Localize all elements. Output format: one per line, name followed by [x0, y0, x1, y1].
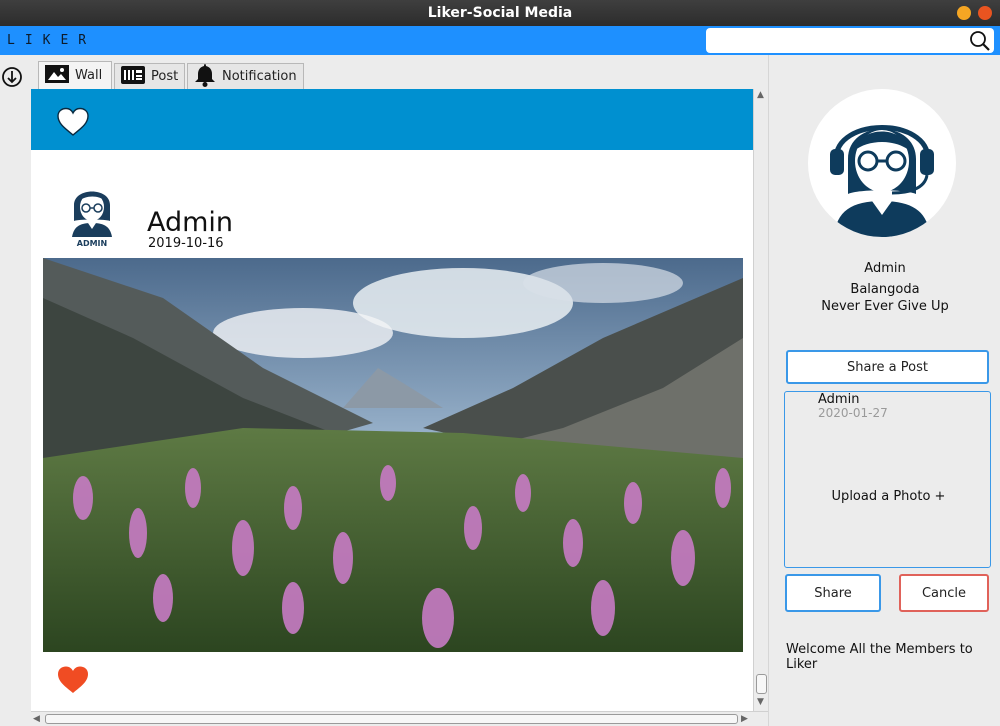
profile-motto: Never Ever Give Up [821, 299, 949, 314]
profile-avatar[interactable] [808, 89, 956, 237]
post-author[interactable]: Admin [147, 207, 233, 238]
scroll-right-icon[interactable]: ▶ [741, 714, 748, 724]
search-input[interactable] [710, 30, 965, 51]
window-titlebar: Liker-Social Media [0, 0, 1000, 26]
composer-date: 2020-01-27 [818, 406, 888, 420]
profile-name: Admin [864, 261, 906, 276]
tab-wall[interactable]: Wall [38, 61, 112, 89]
window-title: Liker-Social Media [427, 5, 573, 21]
share-a-post-button[interactable]: Share a Post [786, 350, 989, 384]
profile-location: Balangoda [850, 282, 920, 297]
scroll-up-icon[interactable]: ▲ [757, 90, 764, 100]
tab-label: Post [151, 69, 179, 84]
heart-outline-icon[interactable] [56, 107, 90, 141]
scroll-down-icon[interactable]: ▼ [757, 697, 764, 707]
upload-photo-button[interactable]: Upload a Photo + [785, 489, 992, 504]
wall-feed: ADMIN Admin 2019-10-16 [31, 89, 753, 711]
welcome-message: Welcome All the Members to Liker [786, 642, 973, 672]
post-composer[interactable]: Admin 2020-01-27 Upload a Photo + [784, 391, 991, 568]
avatar-label: ADMIN [77, 239, 107, 248]
horizontal-scroll-thumb[interactable] [45, 714, 738, 724]
vertical-scroll-thumb[interactable] [756, 674, 767, 694]
vertical-scrollbar[interactable]: ▲ ▼ [753, 89, 768, 711]
tab-label: Notification [222, 69, 297, 84]
post-avatar[interactable]: ADMIN [64, 175, 120, 253]
refresh-icon[interactable] [1, 66, 23, 92]
horizontal-scrollbar[interactable]: ◀ ▶ [31, 711, 768, 726]
composer-author: Admin [818, 392, 860, 407]
minimize-button[interactable] [957, 6, 971, 20]
post-date: 2019-10-16 [148, 236, 224, 251]
wall-header [31, 89, 753, 150]
tab-label: Wall [75, 68, 103, 83]
scroll-left-icon[interactable]: ◀ [33, 714, 40, 724]
like-heart-icon[interactable] [56, 665, 90, 699]
tab-post[interactable]: Post [114, 63, 185, 89]
app-bar: LIKER [0, 26, 1000, 55]
share-button[interactable]: Share [785, 574, 881, 612]
search-box [706, 28, 994, 53]
brand-logo: LIKER [7, 33, 97, 48]
tab-notification[interactable]: Notification [187, 63, 304, 89]
search-icon[interactable] [969, 30, 991, 56]
left-strip [0, 55, 31, 726]
post-photo[interactable] [43, 258, 743, 652]
bell-icon [194, 63, 216, 91]
close-button[interactable] [978, 6, 992, 20]
image-icon [45, 64, 69, 87]
post-icon [121, 65, 145, 88]
profile-sidebar: Admin Balangoda Never Ever Give Up Share… [768, 55, 1000, 726]
cancel-button[interactable]: Cancle [899, 574, 989, 612]
